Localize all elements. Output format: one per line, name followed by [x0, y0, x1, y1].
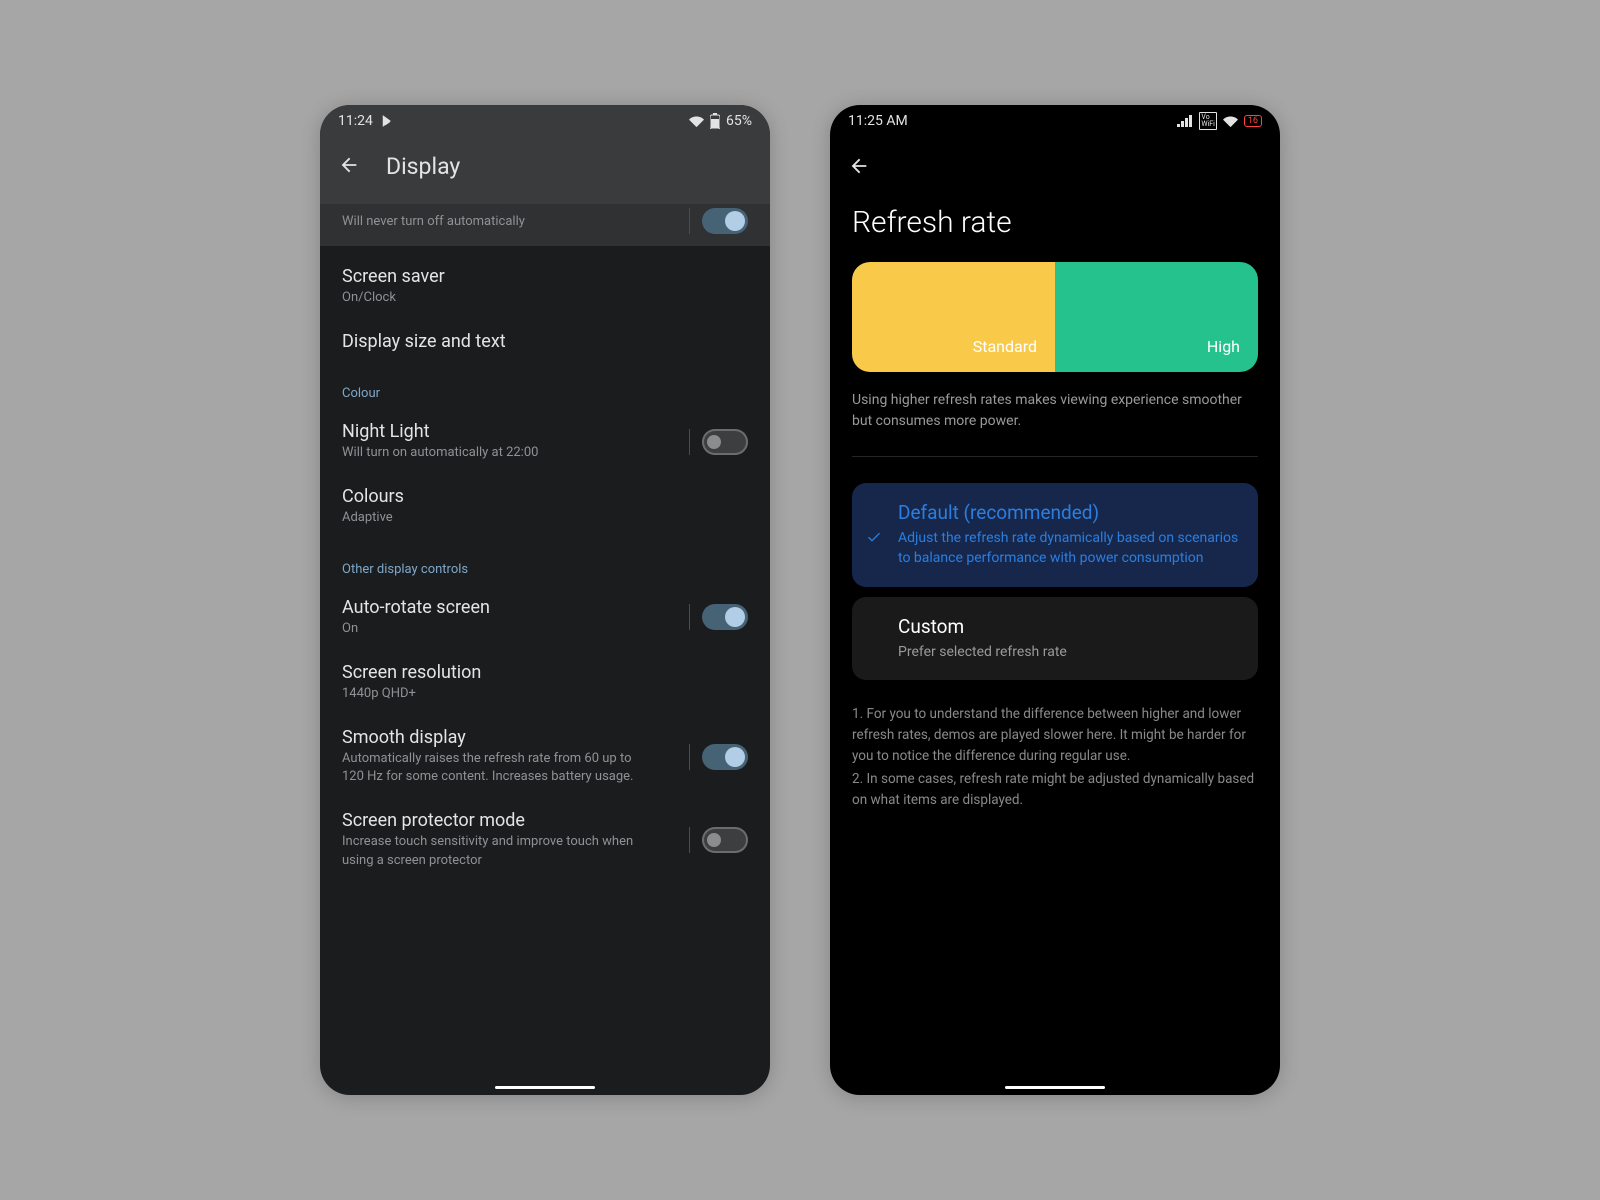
setting-title: Smooth display: [342, 727, 689, 748]
arrow-left-icon: [338, 154, 360, 176]
section-label-other: Other display controls: [320, 540, 770, 585]
setting-title: Screen protector mode: [342, 810, 689, 831]
screen-protector-toggle[interactable]: [702, 827, 748, 853]
footnote-1: 1. For you to understand the difference …: [852, 704, 1258, 767]
status-bar: 11:24 65%: [320, 105, 770, 137]
phone-refresh-rate: 11:25 AM VoWiFi 16 Refresh rate Standard…: [830, 105, 1280, 1095]
night-light-row[interactable]: Night Light Will turn on automatically a…: [320, 409, 770, 474]
setting-title: Screen saver: [342, 266, 748, 287]
page-title: Display: [386, 153, 460, 180]
setting-title: Auto-rotate screen: [342, 597, 689, 618]
segment-label: Standard: [973, 337, 1037, 356]
toggle-divider: [689, 429, 690, 455]
smooth-display-toggle[interactable]: [702, 744, 748, 770]
phone-display-settings: 11:24 65% Display Will never turn off au…: [320, 105, 770, 1095]
setting-sub: Increase touch sensitivity and improve t…: [342, 833, 642, 869]
check-icon: [866, 529, 882, 549]
status-time: 11:24: [338, 113, 373, 129]
refresh-info-text: Using higher refresh rates makes viewing…: [830, 372, 1280, 456]
divider: [852, 456, 1258, 457]
footnote-2: 2. In some cases, refresh rate might be …: [852, 769, 1258, 811]
dark-theme-row[interactable]: Will never turn off automatically: [320, 204, 770, 246]
battery-icon: 16: [1244, 115, 1262, 127]
dark-theme-sub: Will never turn off automatically: [342, 213, 689, 231]
home-indicator[interactable]: [495, 1086, 595, 1089]
setting-sub: On/Clock: [342, 289, 748, 307]
display-size-row[interactable]: Display size and text: [320, 319, 770, 364]
home-indicator[interactable]: [1005, 1086, 1105, 1089]
settings-list: Screen saver On/Clock Display size and t…: [320, 246, 770, 882]
setting-sub: Will turn on automatically at 22:00: [342, 444, 689, 462]
setting-title: Display size and text: [342, 331, 748, 352]
toggle-divider: [689, 604, 690, 630]
status-time: 11:25 AM: [848, 113, 908, 129]
battery-percent: 65%: [726, 113, 752, 129]
segment-label: High: [1207, 337, 1240, 356]
section-label-colour: Colour: [320, 364, 770, 409]
wifi-icon: [1223, 114, 1238, 129]
option-sub: Adjust the refresh rate dynamically base…: [898, 528, 1240, 569]
setting-title: Colours: [342, 486, 748, 507]
footnotes: 1. For you to understand the difference …: [830, 690, 1280, 827]
toggle-divider: [689, 744, 690, 770]
wifi-icon: [689, 114, 704, 129]
segment-standard[interactable]: Standard: [852, 262, 1055, 372]
back-button[interactable]: [830, 137, 1280, 193]
auto-rotate-row[interactable]: Auto-rotate screen On: [320, 585, 770, 650]
status-bar: 11:25 AM VoWiFi 16: [830, 105, 1280, 137]
segment-high[interactable]: High: [1055, 262, 1258, 372]
screen-resolution-row[interactable]: Screen resolution 1440p QHD+: [320, 650, 770, 715]
screen-protector-row[interactable]: Screen protector mode Increase touch sen…: [320, 798, 770, 881]
dark-theme-toggle[interactable]: [702, 208, 748, 234]
night-light-toggle[interactable]: [702, 429, 748, 455]
setting-sub: 1440p QHD+: [342, 685, 748, 703]
battery-icon: [710, 113, 720, 129]
option-title: Default (recommended): [898, 501, 1240, 524]
play-store-icon: [381, 114, 395, 128]
auto-rotate-toggle[interactable]: [702, 604, 748, 630]
colours-row[interactable]: Colours Adaptive: [320, 474, 770, 539]
screen-saver-row[interactable]: Screen saver On/Clock: [320, 254, 770, 319]
page-title: Refresh rate: [830, 193, 1280, 262]
smooth-display-row[interactable]: Smooth display Automatically raises the …: [320, 715, 770, 798]
setting-sub: Automatically raises the refresh rate fr…: [342, 750, 642, 786]
option-title: Custom: [898, 615, 1240, 638]
option-sub: Prefer selected refresh rate: [898, 642, 1240, 662]
setting-title: Night Light: [342, 421, 689, 442]
setting-sub: Adaptive: [342, 509, 748, 527]
refresh-rate-segment: Standard High: [852, 262, 1258, 372]
setting-sub: On: [342, 620, 689, 638]
vowifi-icon: VoWiFi: [1199, 112, 1216, 130]
signal-icon: [1177, 115, 1193, 127]
option-default[interactable]: Default (recommended) Adjust the refresh…: [852, 483, 1258, 587]
header-area: 11:24 65% Display: [320, 105, 770, 204]
toggle-divider: [689, 208, 690, 234]
option-custom[interactable]: Custom Prefer selected refresh rate: [852, 597, 1258, 680]
back-button[interactable]: [338, 154, 360, 180]
arrow-left-icon: [848, 155, 870, 177]
toggle-divider: [689, 827, 690, 853]
setting-title: Screen resolution: [342, 662, 748, 683]
